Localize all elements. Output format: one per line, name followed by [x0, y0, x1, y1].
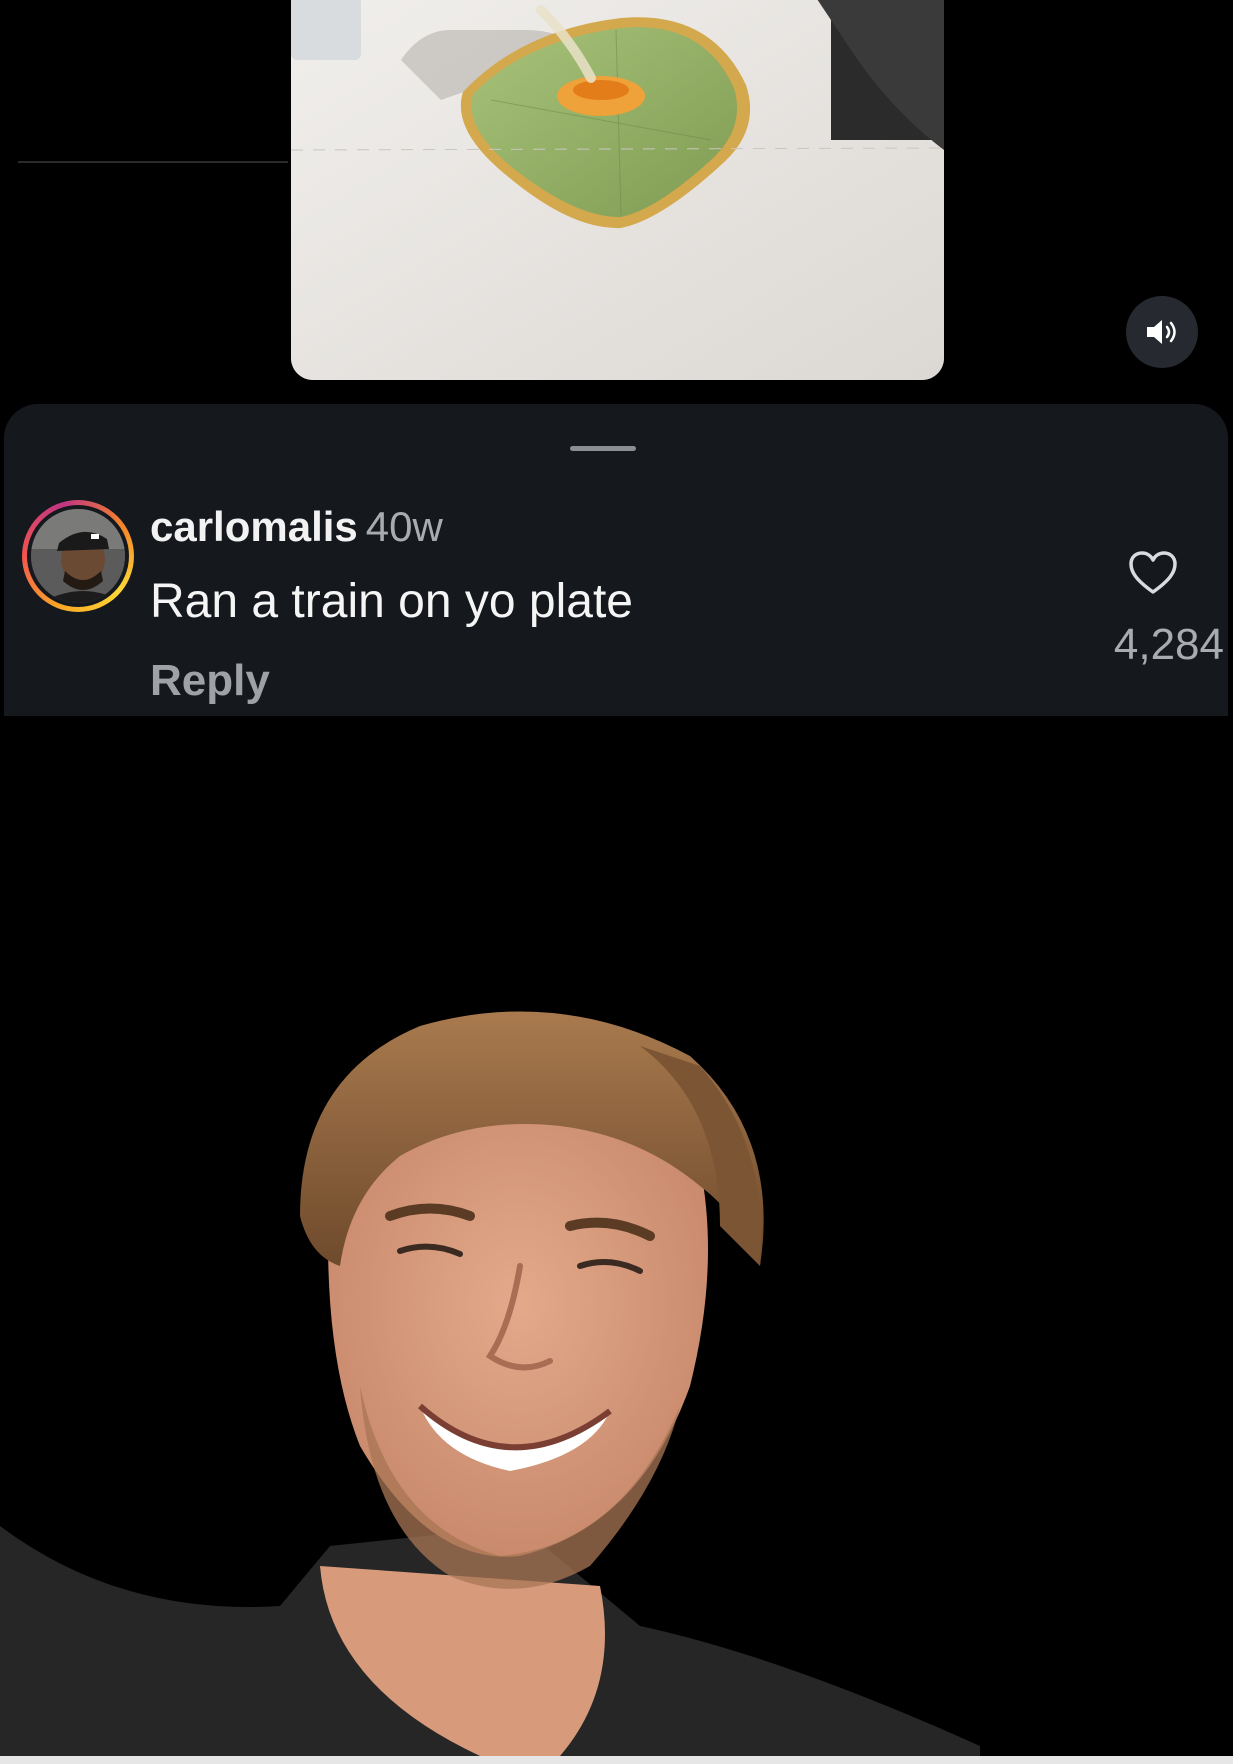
reaction-face-image: [0, 1011, 980, 1764]
background-line: [18, 161, 288, 163]
comment-text: Ran a train on yo plate: [150, 575, 633, 628]
plate-photo: [291, 0, 944, 380]
heart-outline-icon: [1129, 551, 1177, 594]
reply-button[interactable]: Reply: [150, 656, 270, 706]
avatar-photo: [31, 509, 125, 603]
comment-timestamp: 40w: [365, 503, 443, 550]
post-area: [0, 0, 1233, 410]
avatar[interactable]: [22, 500, 134, 612]
user-photo: [31, 509, 125, 603]
comment-username[interactable]: carlomalis: [150, 503, 358, 550]
speaker-icon: [1147, 320, 1176, 344]
sound-toggle-button[interactable]: [1126, 296, 1198, 368]
like-count: 4,284: [1113, 620, 1224, 669]
comment-header: carlomalis 40w: [150, 502, 443, 552]
sheet-drag-handle[interactable]: [570, 446, 636, 451]
reaction-overlay-area: [0, 716, 1233, 1764]
comment-sheet: carlomalis 40w Ran a train on yo plate Re…: [4, 404, 1228, 716]
post-video[interactable]: [291, 0, 944, 380]
like-button[interactable]: [1128, 550, 1178, 596]
bottom-divider: [0, 1756, 1233, 1764]
